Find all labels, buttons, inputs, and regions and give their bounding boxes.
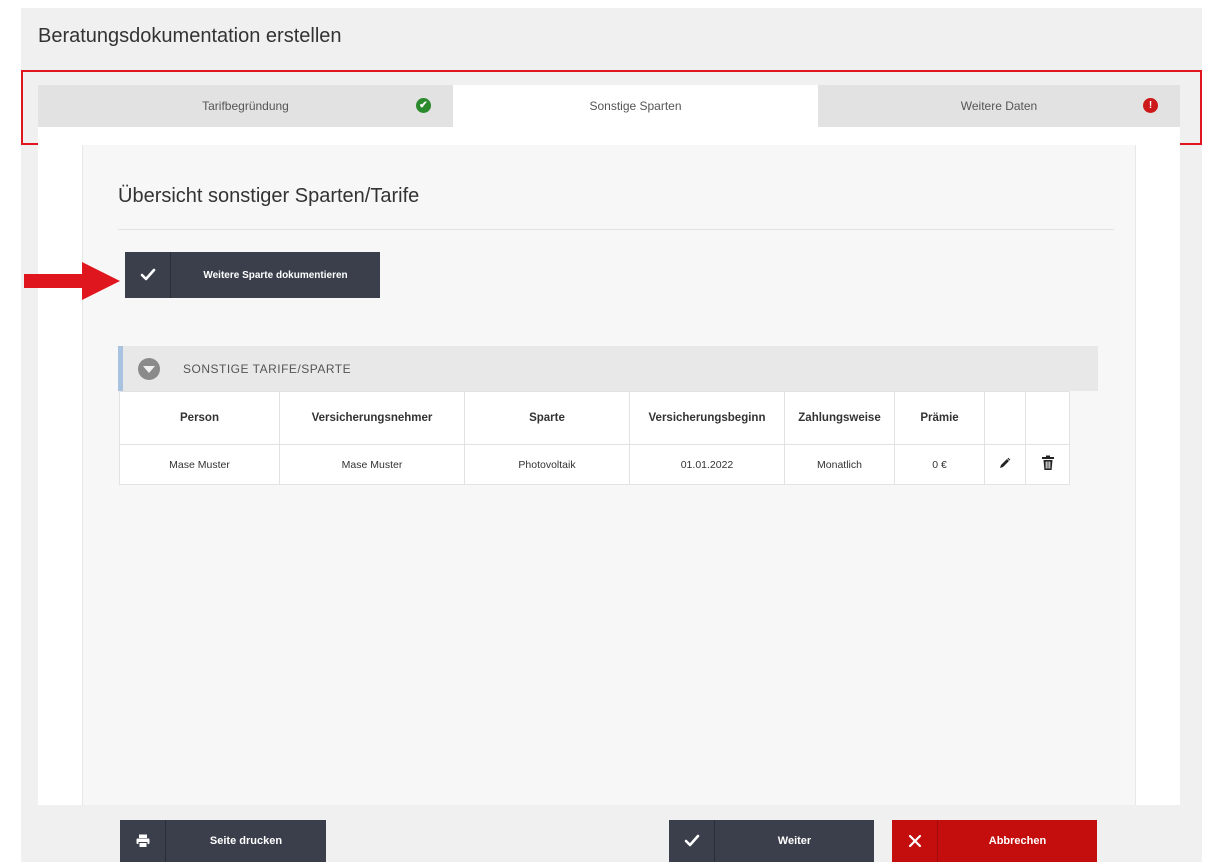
- page-title: Beratungsdokumentation erstellen: [38, 25, 342, 47]
- table-row: Mase Muster Mase Muster Photovoltaik 01.…: [119, 444, 1070, 485]
- cell-sparte: Photovoltaik: [464, 444, 630, 485]
- sparten-table: Person Versicherungsnehmer Sparte Versic…: [119, 391, 1070, 485]
- edit-cell: [984, 444, 1026, 485]
- next-label: Weiter: [777, 835, 812, 847]
- column-header: Person: [119, 391, 280, 445]
- add-sparte-button[interactable]: Weitere Sparte dokumentieren: [125, 252, 380, 298]
- close-icon: [892, 820, 938, 862]
- checkmark-icon: [669, 820, 715, 862]
- print-label: Seite drucken: [209, 835, 283, 847]
- next-button[interactable]: Weiter: [669, 820, 874, 862]
- add-sparte-label: Weitere Sparte dokumentieren: [203, 269, 348, 281]
- column-header: [984, 391, 1026, 445]
- column-header: Sparte: [464, 391, 630, 445]
- printer-icon: [120, 820, 166, 862]
- print-button[interactable]: Seite drucken: [120, 820, 326, 862]
- divider: [118, 229, 1114, 230]
- cell-versicherungsnehmer: Mase Muster: [279, 444, 465, 485]
- cancel-label: Abbrechen: [988, 835, 1047, 847]
- cell-versicherungsbeginn: 01.01.2022: [629, 444, 785, 485]
- column-header: [1025, 391, 1070, 445]
- checkmark-icon: [125, 252, 171, 298]
- column-header: Versicherungsnehmer: [279, 391, 465, 445]
- column-header: Zahlungsweise: [784, 391, 895, 445]
- card-top: [38, 127, 1180, 145]
- cell-praemie: 0 €: [894, 444, 985, 485]
- column-header: Prämie: [894, 391, 985, 445]
- cell-person: Mase Muster: [119, 444, 280, 485]
- delete-cell: [1025, 444, 1070, 485]
- chevron-down-icon[interactable]: [138, 357, 160, 380]
- section-title: Übersicht sonstiger Sparten/Tarife: [118, 185, 420, 207]
- accordion-title: SONSTIGE TARIFE/SPARTE: [183, 361, 352, 376]
- trash-icon[interactable]: [1041, 455, 1055, 471]
- cell-zahlungsweise: Monatlich: [784, 444, 895, 485]
- cancel-button[interactable]: Abbrechen: [892, 820, 1097, 862]
- card-margin-right: [1136, 127, 1180, 805]
- table-header-row: Person Versicherungsnehmer Sparte Versic…: [119, 391, 1070, 445]
- column-header: Versicherungsbeginn: [629, 391, 785, 445]
- card-margin-left: [38, 127, 82, 805]
- red-arrow-icon: [24, 262, 120, 300]
- pencil-icon[interactable]: [999, 457, 1011, 469]
- accordion-header[interactable]: SONSTIGE TARIFE/SPARTE: [118, 346, 1098, 391]
